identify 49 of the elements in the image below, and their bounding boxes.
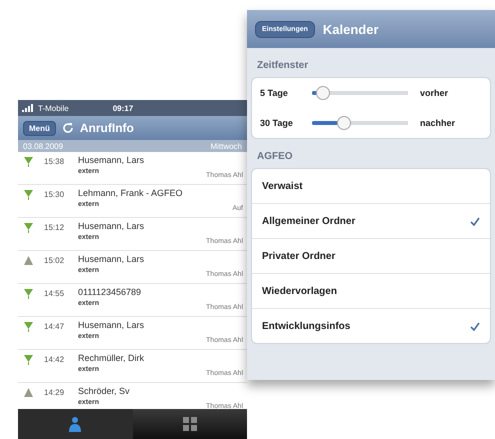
slider-reading: vorher	[420, 88, 448, 98]
slider-label: 5 Tage	[260, 88, 289, 98]
call-time: 15:12	[44, 223, 66, 232]
call-time: 14:42	[44, 355, 66, 364]
down-arrow-icon	[24, 157, 33, 167]
slider-thumb[interactable]	[336, 116, 351, 130]
up-triangle-icon	[24, 388, 33, 398]
caller-name: Lehmann, Frank - AGFEO	[78, 188, 184, 198]
slider-reading: nachher	[420, 118, 456, 128]
down-arrow-icon	[24, 223, 33, 233]
list-item[interactable]: Allgemeiner Ordner	[252, 204, 490, 239]
section-header: AGFEO	[256, 150, 294, 164]
signal-icon	[22, 104, 34, 112]
down-arrow-icon	[24, 190, 33, 200]
caller-name: Rechmüller, Dirk	[78, 353, 146, 363]
caller-name: Schröder, Sv	[78, 386, 131, 396]
down-arrow-icon	[24, 355, 33, 365]
call-time: 15:38	[44, 157, 66, 166]
slider-thumb[interactable]	[316, 86, 330, 100]
clock-time: 09:17	[112, 104, 134, 112]
screen-title: AnrufInfo	[80, 121, 134, 135]
carrier-name: T-Mobile	[38, 104, 69, 112]
date-label: 03.08.2009	[23, 142, 64, 150]
call-time: 14:29	[44, 388, 66, 397]
caller-name: Husemann, Lars	[78, 155, 146, 165]
list-item[interactable]: Entwicklungsinfos	[252, 309, 490, 343]
call-time: 15:02	[44, 256, 66, 265]
up-triangle-icon	[24, 256, 33, 266]
grid-icon	[182, 417, 197, 431]
caller-name: 0111123456789	[78, 287, 142, 297]
caller-name: Husemann, Lars	[78, 254, 146, 264]
call-time: 14:47	[44, 322, 66, 331]
list-item[interactable]: Wiedervorlagen	[252, 274, 490, 309]
caller-name: Husemann, Lars	[78, 221, 146, 231]
back-button[interactable]: Menü	[23, 120, 56, 136]
weekday-label: Mittwoch	[210, 142, 242, 150]
refresh-icon[interactable]	[62, 122, 74, 134]
call-time: 14:55	[44, 289, 66, 298]
slider-label: 30 Tage	[260, 118, 294, 128]
call-time: 15:30	[44, 190, 66, 199]
list-item[interactable]: Verwaist	[252, 169, 490, 204]
screen-title: Kalender	[322, 22, 379, 36]
list-item[interactable]: Privater Ordner	[252, 239, 490, 274]
down-arrow-icon	[24, 289, 33, 299]
section-header: Zeitfenster	[256, 59, 310, 73]
caller-name: Husemann, Lars	[78, 320, 146, 330]
tab-item[interactable]	[18, 409, 132, 439]
person-icon	[69, 416, 82, 432]
down-arrow-icon	[24, 322, 33, 332]
